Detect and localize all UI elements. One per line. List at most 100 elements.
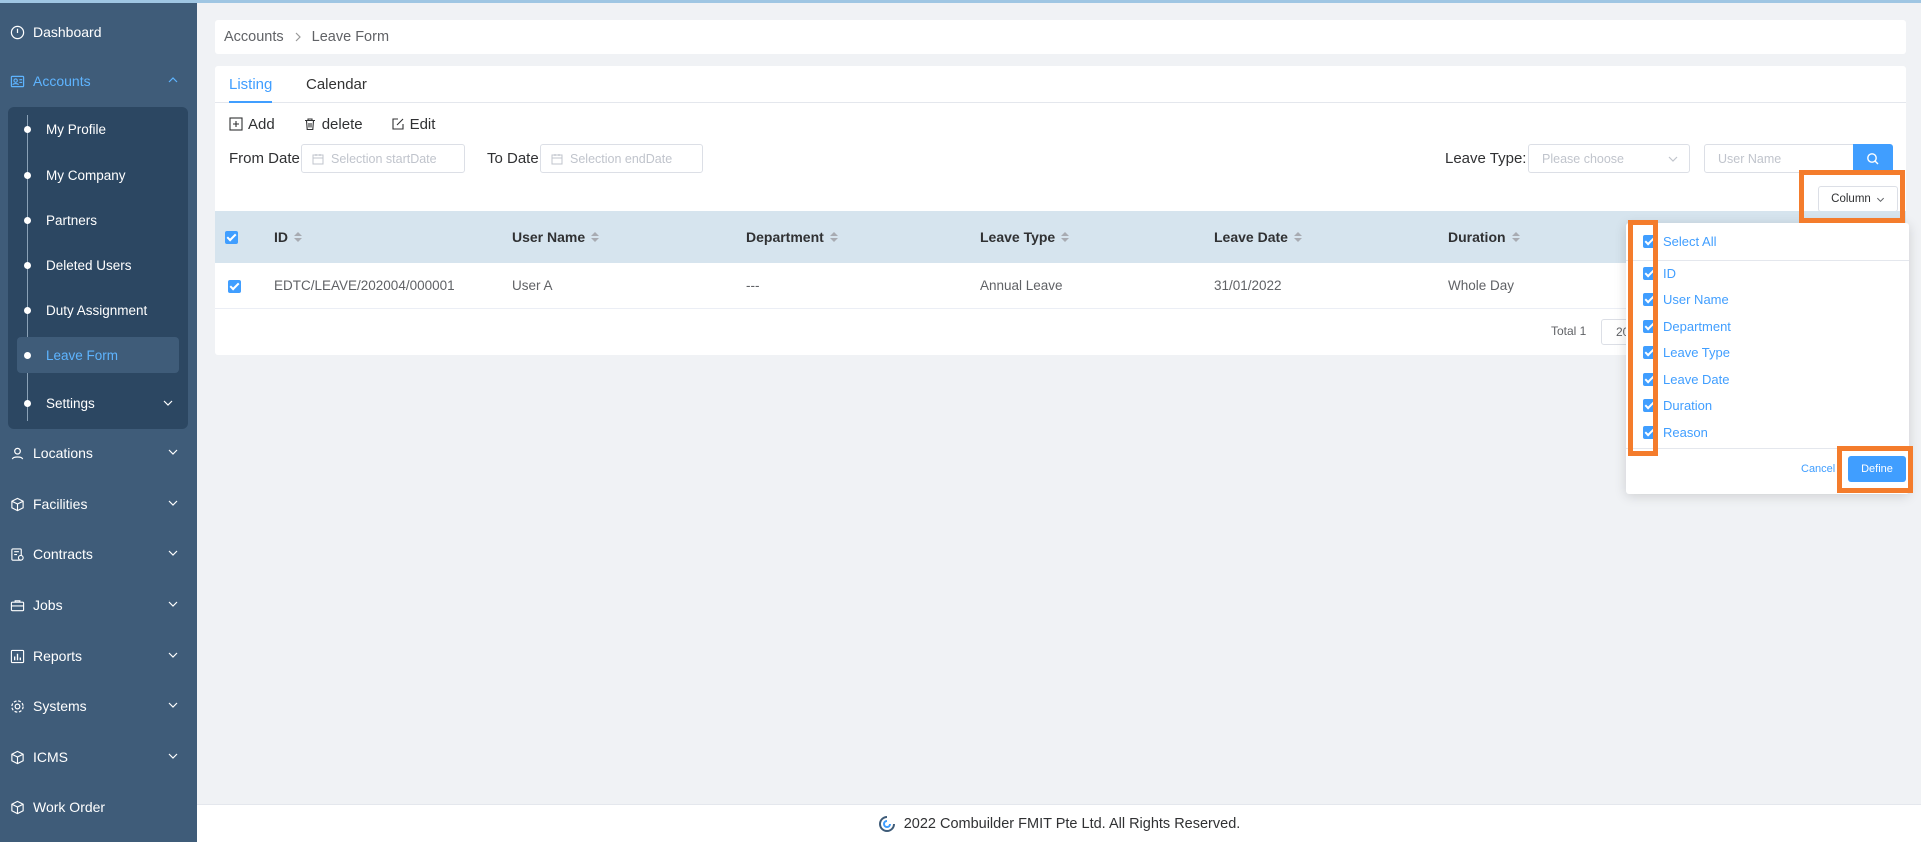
column-header-department[interactable]: Department	[746, 211, 838, 263]
cancel-button[interactable]: Cancel	[1801, 463, 1835, 475]
leave-type-label: Leave Type:	[1445, 150, 1527, 167]
sidebar-item-label: Facilities	[33, 496, 88, 512]
sidebar-item-label: Dashboard	[33, 24, 102, 40]
sidebar-item-my-profile[interactable]: My Profile	[8, 111, 188, 147]
sidebar-item-contracts[interactable]: Contracts	[0, 534, 197, 574]
bullet-icon	[24, 307, 31, 314]
add-label: Add	[248, 115, 275, 133]
sidebar-item-my-company[interactable]: My Company	[8, 157, 188, 193]
chevron-down-icon	[163, 400, 173, 406]
sidebar-item-dashboard[interactable]: Dashboard	[0, 12, 197, 52]
sidebar: Dashboard Accounts My Profile My Company…	[0, 0, 197, 842]
cell-leave-date: 31/01/2022	[1214, 278, 1282, 293]
edit-button[interactable]: Edit	[391, 114, 435, 134]
column-option-leave-date[interactable]: Leave Date	[1643, 369, 1730, 389]
dashboard-icon	[10, 25, 25, 40]
user-pin-icon	[10, 446, 25, 461]
checkbox-checked-icon	[1643, 425, 1656, 439]
sidebar-item-label: Leave Form	[46, 347, 119, 363]
sidebar-item-partners[interactable]: Partners	[8, 202, 188, 238]
user-name-input[interactable]: User Name	[1704, 144, 1854, 173]
tab-bar: Listing Calendar	[215, 66, 1906, 103]
sort-icon	[294, 232, 302, 242]
sidebar-item-settings[interactable]: Settings	[8, 385, 188, 421]
sidebar-item-deleted-users[interactable]: Deleted Users	[8, 247, 188, 283]
column-option-reason[interactable]: Reason	[1643, 422, 1708, 442]
bullet-icon	[24, 400, 31, 407]
column-header-id[interactable]: ID	[274, 211, 302, 263]
define-button[interactable]: Define	[1848, 456, 1906, 482]
column-option-duration[interactable]: Duration	[1643, 395, 1712, 415]
column-header-leave-type[interactable]: Leave Type	[980, 211, 1070, 263]
breadcrumb-parent[interactable]: Accounts	[224, 29, 284, 45]
cell-user-name: User A	[512, 278, 553, 293]
sort-icon	[829, 232, 838, 242]
leave-type-select[interactable]: Please choose	[1528, 144, 1690, 173]
chevron-down-icon	[168, 702, 178, 708]
header-label: Duration	[1448, 229, 1506, 245]
sidebar-item-jobs[interactable]: Jobs	[0, 585, 197, 625]
sidebar-item-leave-form[interactable]: Leave Form	[17, 337, 179, 373]
chevron-down-icon	[168, 601, 178, 607]
sidebar-item-label: My Company	[46, 167, 126, 183]
sidebar-item-label: My Profile	[46, 121, 107, 137]
sidebar-item-label: Contracts	[33, 546, 93, 562]
option-label: ID	[1663, 265, 1676, 281]
cell-department: ---	[746, 278, 760, 293]
column-header-duration[interactable]: Duration	[1448, 211, 1520, 263]
sidebar-item-locations[interactable]: Locations	[0, 433, 197, 473]
chevron-down-icon	[168, 550, 178, 556]
select-all-option[interactable]: Select All	[1643, 231, 1716, 251]
column-option-leave-type[interactable]: Leave Type	[1643, 342, 1730, 362]
column-option-id[interactable]: ID	[1643, 263, 1676, 283]
start-date-input[interactable]: Selection startDate	[301, 144, 465, 173]
column-button[interactable]: Column	[1818, 186, 1898, 212]
from-date-label: From Date	[229, 150, 300, 167]
checkbox-checked-icon	[1643, 266, 1656, 280]
filter-bar: From Date Selection startDate To Date Se…	[229, 144, 1899, 174]
chevron-down-icon	[168, 449, 178, 455]
calendar-icon	[312, 153, 324, 164]
cell-leave-type: Annual Leave	[980, 278, 1063, 293]
delete-button[interactable]: delete	[303, 114, 363, 134]
copyright-text: 2022 Combuilder FMIT Pte Ltd. All Rights…	[903, 815, 1241, 832]
chevron-down-icon	[1876, 197, 1884, 202]
column-option-user-name[interactable]: User Name	[1643, 289, 1729, 309]
column-button-label: Column	[1831, 193, 1871, 205]
company-logo-icon	[878, 815, 895, 832]
chevron-down-icon	[1668, 156, 1678, 162]
column-dropdown: Select All ID User Name Department Leave…	[1626, 223, 1909, 494]
sort-icon	[1061, 232, 1070, 242]
column-header-leave-date[interactable]: Leave Date	[1214, 211, 1302, 263]
header-label: User Name	[512, 229, 586, 245]
divider	[1626, 448, 1909, 449]
row-checkbox[interactable]	[228, 263, 241, 309]
sidebar-item-label: Deleted Users	[46, 257, 132, 273]
end-date-input[interactable]: Selection endDate	[540, 144, 703, 173]
add-button[interactable]: Add	[229, 114, 275, 134]
option-label: Department	[1663, 318, 1731, 334]
column-header-user-name[interactable]: User Name	[512, 211, 600, 263]
sidebar-item-work-order[interactable]: Work Order	[0, 787, 197, 827]
trash-icon	[304, 118, 315, 131]
header-label: Leave Date	[1214, 229, 1288, 245]
chevron-down-icon	[168, 652, 178, 658]
sidebar-item-systems[interactable]: Systems	[0, 686, 197, 726]
sidebar-item-facilities[interactable]: Facilities	[0, 484, 197, 524]
search-button[interactable]	[1853, 144, 1893, 173]
chevron-right-icon	[295, 32, 301, 42]
sidebar-item-duty-assignment[interactable]: Duty Assignment	[8, 292, 188, 328]
sidebar-item-reports[interactable]: Reports	[0, 636, 197, 676]
to-date-label: To Date	[487, 150, 539, 167]
select-all-rows-checkbox[interactable]	[225, 211, 238, 263]
checkbox-checked-icon	[228, 279, 241, 293]
option-label: User Name	[1663, 291, 1729, 307]
tab-listing[interactable]: Listing	[229, 66, 273, 103]
sidebar-item-icms[interactable]: ICMS	[0, 737, 197, 777]
cell-duration: Whole Day	[1448, 278, 1515, 293]
checkbox-checked-icon	[1643, 234, 1656, 248]
header-label: ID	[274, 229, 288, 245]
tab-calendar[interactable]: Calendar	[306, 66, 367, 103]
column-option-department[interactable]: Department	[1643, 316, 1731, 336]
sidebar-item-accounts[interactable]: Accounts	[0, 61, 197, 101]
